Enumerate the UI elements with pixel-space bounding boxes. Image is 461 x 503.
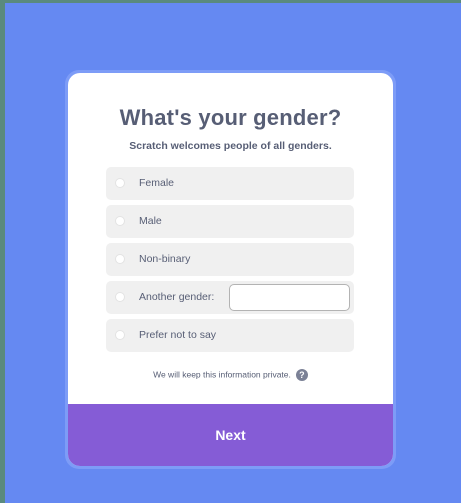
option-female[interactable]: Female [106,167,354,200]
radio-non-binary[interactable] [115,254,125,264]
option-label-male: Male [139,215,162,227]
option-label-female: Female [139,177,175,189]
next-button[interactable]: Next [68,404,393,466]
option-label-non-binary: Non-binary [139,253,191,265]
radio-prefer-not-to-say[interactable] [115,330,125,340]
option-label-prefer-not-to-say: Prefer not to say [139,329,217,341]
another-gender-input[interactable] [229,284,350,311]
option-male[interactable]: Male [106,205,354,238]
modal-title: What's your gender? [119,105,342,130]
radio-another-gender[interactable] [115,292,125,302]
option-prefer-not-to-say[interactable]: Prefer not to say [106,319,354,352]
privacy-note: We will keep this information private.? [68,369,393,381]
radio-male[interactable] [115,216,125,226]
question-mark-icon[interactable]: ? [295,369,308,381]
privacy-text: We will keep this information private. [153,369,291,380]
radio-female[interactable] [115,178,125,188]
option-non-binary[interactable]: Non-binary [106,243,354,276]
option-another-gender[interactable]: Another gender: [106,281,354,314]
option-label-another-gender: Another gender: [139,291,215,303]
gender-modal: What's your gender? Scratch welcomes peo… [68,73,393,466]
modal-subtitle: Scratch welcomes people of all genders. [129,140,332,152]
